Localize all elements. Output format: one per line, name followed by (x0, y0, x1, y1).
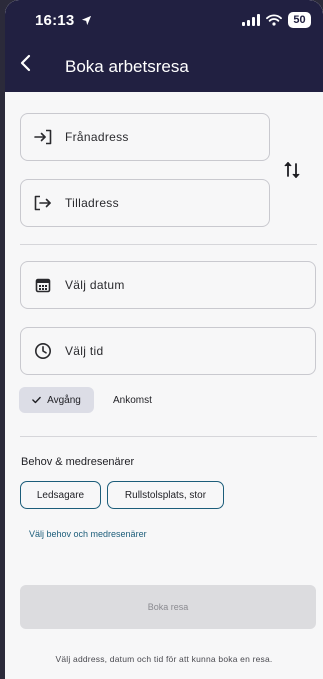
status-time: 16:13 (35, 12, 92, 29)
swap-vertical-icon (284, 162, 300, 178)
book-trip-button[interactable]: Boka resa (20, 585, 316, 629)
departure-chip[interactable]: Avgång (19, 387, 94, 413)
back-button[interactable] (13, 50, 39, 76)
page-title: Boka arbetsresa (65, 57, 189, 76)
top-app-bar: 16:13 50 Boka arbetsresa (5, 0, 323, 92)
book-trip-label: Boka resa (147, 602, 189, 612)
battery-indicator: 50 (288, 12, 311, 28)
swap-addresses-button[interactable] (279, 157, 305, 183)
date-field[interactable]: Välj datum (20, 261, 316, 309)
app-screen: 16:13 50 Boka arbetsresa Frånadress Till… (5, 0, 323, 679)
need-chip-label: Rullstolsplats, stor (124, 489, 207, 501)
status-indicators: 50 (242, 12, 311, 28)
from-address-field[interactable]: Frånadress (20, 113, 270, 161)
check-icon (32, 396, 41, 404)
wifi-icon (266, 14, 282, 26)
from-address-placeholder: Frånadress (65, 130, 129, 144)
time-field[interactable]: Välj tid (20, 327, 316, 375)
need-chip-wheelchair[interactable]: Rullstolsplats, stor (107, 481, 224, 509)
status-time-text: 16:13 (35, 12, 75, 29)
departure-chip-label: Avgång (47, 394, 81, 406)
location-arrow-icon (81, 15, 91, 26)
time-placeholder: Välj tid (65, 344, 104, 358)
calendar-icon (33, 275, 53, 295)
divider (20, 436, 317, 437)
clock-icon (33, 341, 53, 361)
select-needs-link[interactable]: Välj behov och medresenärer (29, 529, 147, 539)
arrival-chip[interactable]: Ankomst (105, 387, 160, 413)
divider (20, 244, 317, 245)
booking-hint: Välj address, datum och tid för att kunn… (55, 654, 273, 664)
to-address-field[interactable]: Tilladress (20, 179, 270, 227)
login-arrow-icon (33, 127, 53, 147)
need-chip-label: Ledsagare (36, 489, 85, 501)
arrival-chip-label: Ankomst (113, 394, 152, 406)
need-chip-ledsagare[interactable]: Ledsagare (20, 481, 101, 509)
chevron-left-icon (20, 54, 31, 72)
logout-arrow-icon (33, 193, 53, 213)
needs-section-title: Behov & medresenärer (21, 456, 135, 468)
date-placeholder: Välj datum (65, 278, 125, 292)
cellular-signal-icon (242, 14, 260, 26)
to-address-placeholder: Tilladress (65, 196, 119, 210)
